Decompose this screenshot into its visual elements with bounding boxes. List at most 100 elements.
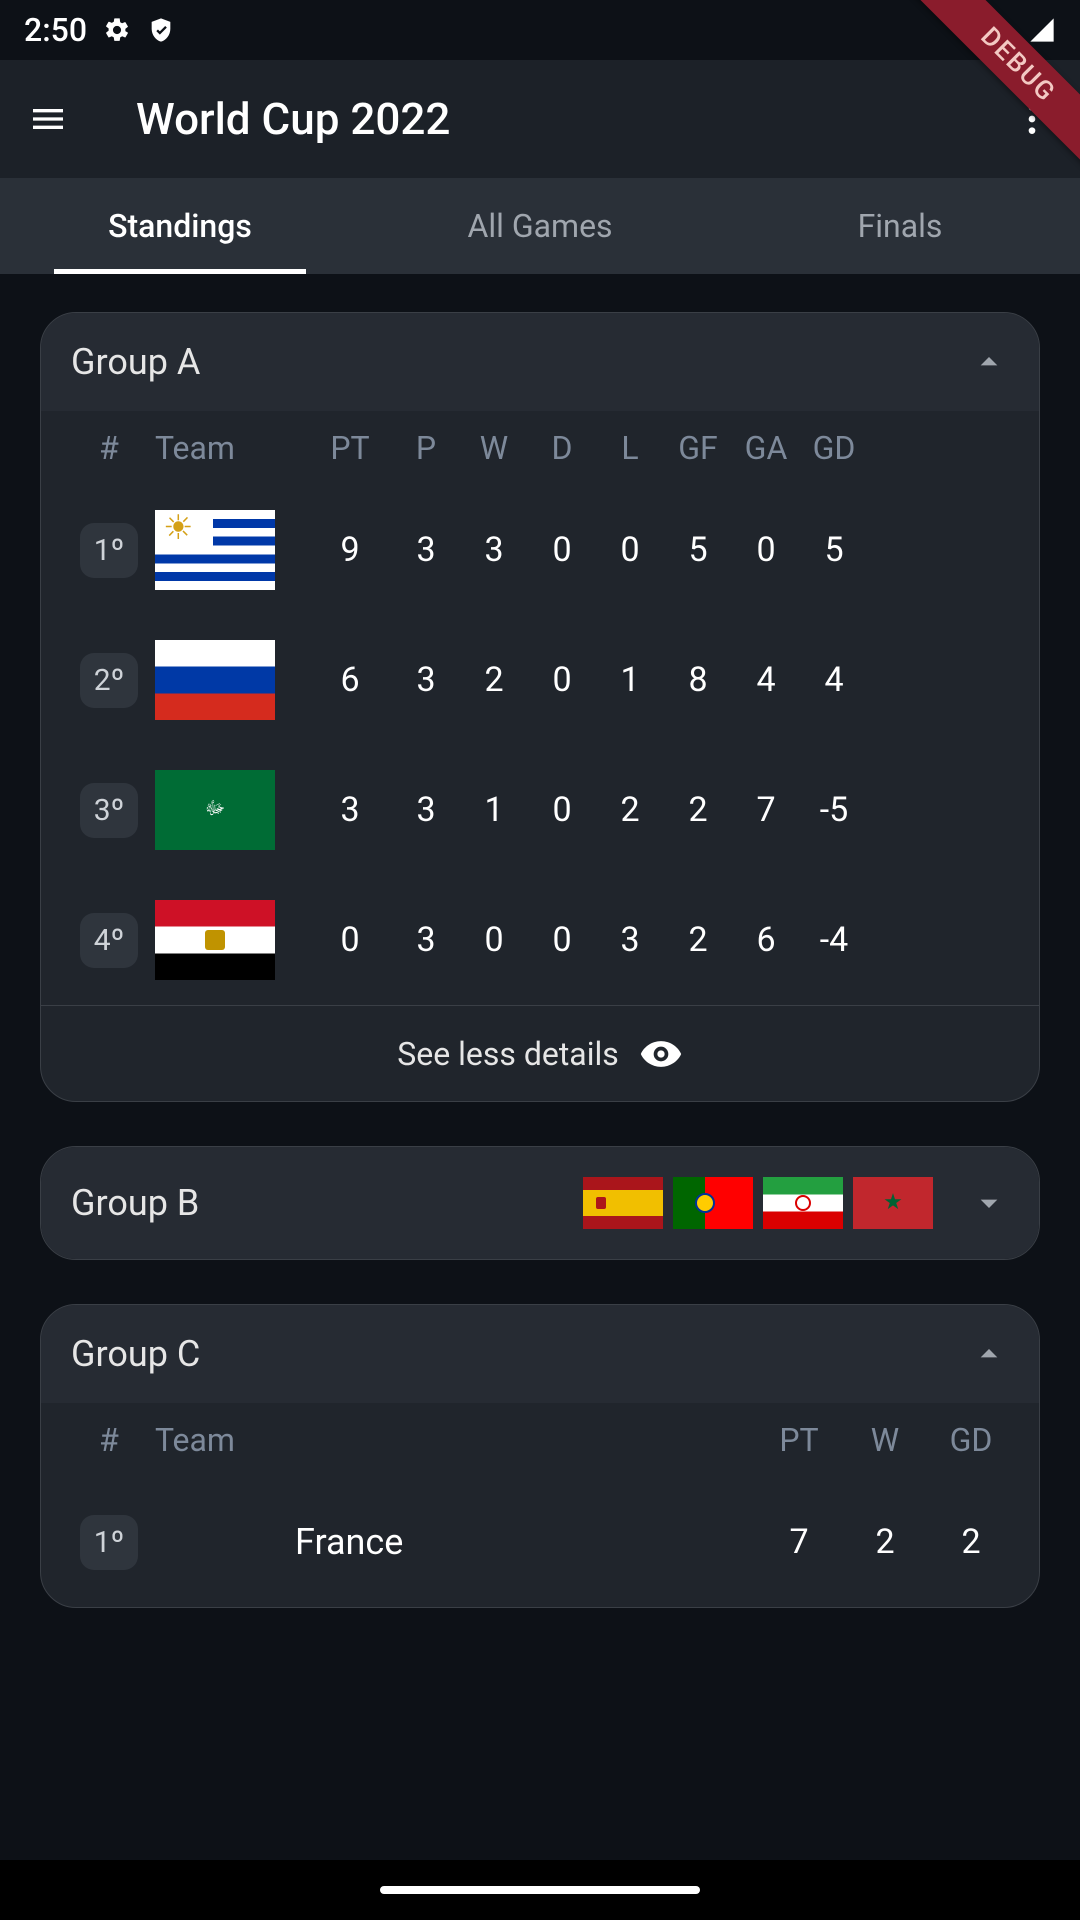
tab-all-games[interactable]: All Games: [360, 178, 720, 274]
cell-w: 2: [845, 1522, 925, 1562]
cell-d: 0: [531, 920, 593, 960]
th-gd: GD: [803, 429, 865, 467]
menu-icon: [28, 99, 68, 139]
cell-gf: 5: [667, 530, 729, 570]
cell-gd: 2: [931, 1522, 1011, 1562]
flag-uruguay-icon: [155, 510, 275, 590]
group-card-c: Group C # Team PT W GD 1º France 7 2 2: [40, 1304, 1040, 1608]
cell-p: 3: [395, 920, 457, 960]
th-rank: #: [69, 429, 149, 467]
app-title: World Cup 2022: [136, 93, 968, 145]
group-a-table-header: # Team PT P W D L GF GA GD: [41, 411, 1039, 485]
flag-portugal-icon: [673, 1177, 753, 1229]
flag-morocco-icon: [853, 1177, 933, 1229]
group-a-table: # Team PT P W D L GF GA GD 1º 9 3 3 0 0 …: [41, 411, 1039, 1005]
cell-l: 3: [599, 920, 661, 960]
nav-pill[interactable]: [380, 1886, 700, 1894]
cell-l: 0: [599, 530, 661, 570]
cell-p: 3: [395, 530, 457, 570]
th-w: W: [463, 429, 525, 467]
th-p: P: [395, 429, 457, 467]
cell-ga: 0: [735, 530, 797, 570]
signal-icon: [1028, 16, 1056, 44]
cell-gd: -5: [803, 790, 865, 830]
group-b-flags: [583, 1177, 933, 1229]
see-less-details-label: See less details: [397, 1035, 619, 1073]
rank-badge: 4º: [80, 913, 139, 968]
cell-w: 2: [463, 660, 525, 700]
table-row[interactable]: 1º 9 3 3 0 0 5 0 5: [41, 485, 1039, 615]
cell-ga: 7: [735, 790, 797, 830]
group-a-title: Group A: [71, 341, 953, 383]
th-team: Team: [155, 429, 305, 467]
rank-badge: 1º: [80, 523, 139, 578]
status-time: 2:50: [24, 11, 87, 49]
shield-icon: [147, 16, 175, 44]
th-pt: PT: [759, 1421, 839, 1459]
cell-p: 3: [395, 790, 457, 830]
table-row[interactable]: 3º ﷻ 3 3 1 0 2 2 7 -5: [41, 745, 1039, 875]
flag-egypt-icon: [155, 900, 275, 980]
app-bar: World Cup 2022: [0, 60, 1080, 178]
cell-pt: 0: [311, 920, 389, 960]
cell-p: 3: [395, 660, 457, 700]
flag-iran-icon: [763, 1177, 843, 1229]
menu-button[interactable]: [24, 95, 72, 143]
system-nav-bar: [0, 1860, 1080, 1920]
group-c-table-header: # Team PT W GD: [41, 1403, 1039, 1477]
gear-icon: [103, 16, 131, 44]
th-d: D: [531, 429, 593, 467]
tab-finals[interactable]: Finals: [720, 178, 1080, 274]
rank-badge: 1º: [80, 1515, 139, 1570]
tab-standings[interactable]: Standings: [0, 178, 360, 274]
cell-gf: 2: [667, 920, 729, 960]
cell-d: 0: [531, 660, 593, 700]
eye-icon: [639, 1032, 683, 1076]
flag-spain-icon: [583, 1177, 663, 1229]
cell-gd: 5: [803, 530, 865, 570]
cell-l: 1: [599, 660, 661, 700]
cell-d: 0: [531, 530, 593, 570]
group-b-title: Group B: [71, 1182, 567, 1224]
flag-saudi-arabia-icon: ﷻ: [155, 770, 275, 850]
th-ga: GA: [735, 429, 797, 467]
cell-pt: 6: [311, 660, 389, 700]
th-l: L: [599, 429, 661, 467]
chevron-down-icon: [969, 1183, 1009, 1223]
group-c-title: Group C: [71, 1333, 953, 1375]
cell-w: 0: [463, 920, 525, 960]
chevron-up-icon: [969, 342, 1009, 382]
group-card-b: Group B: [40, 1146, 1040, 1260]
table-row[interactable]: 1º France 7 2 2: [41, 1477, 1039, 1607]
cell-pt: 3: [311, 790, 389, 830]
cell-l: 2: [599, 790, 661, 830]
th-team: Team: [155, 1421, 285, 1459]
team-name: France: [291, 1521, 753, 1563]
table-row[interactable]: 2º 6 3 2 0 1 8 4 4: [41, 615, 1039, 745]
cell-gf: 8: [667, 660, 729, 700]
tab-bar: Standings All Games Finals: [0, 178, 1080, 274]
table-row[interactable]: 4º 0 3 0 0 3 2 6 -4: [41, 875, 1039, 1005]
group-b-header[interactable]: Group B: [41, 1147, 1039, 1259]
content-scroll[interactable]: Group A # Team PT P W D L GF GA GD 1º 9 …: [0, 274, 1080, 1608]
th-rank: #: [69, 1421, 149, 1459]
group-c-header[interactable]: Group C: [41, 1305, 1039, 1403]
cell-w: 3: [463, 530, 525, 570]
group-card-a: Group A # Team PT P W D L GF GA GD 1º 9 …: [40, 312, 1040, 1102]
cell-ga: 6: [735, 920, 797, 960]
cell-gd: 4: [803, 660, 865, 700]
th-w: W: [845, 1421, 925, 1459]
chevron-up-icon: [969, 1334, 1009, 1374]
status-bar: 2:50: [0, 0, 1080, 60]
see-less-details-button[interactable]: See less details: [41, 1005, 1039, 1101]
rank-badge: 2º: [80, 653, 139, 708]
cell-gf: 2: [667, 790, 729, 830]
cell-ga: 4: [735, 660, 797, 700]
group-a-header[interactable]: Group A: [41, 313, 1039, 411]
cell-pt: 9: [311, 530, 389, 570]
th-gf: GF: [667, 429, 729, 467]
cell-d: 0: [531, 790, 593, 830]
cell-pt: 7: [759, 1522, 839, 1562]
rank-badge: 3º: [80, 783, 139, 838]
th-pt: PT: [311, 429, 389, 467]
